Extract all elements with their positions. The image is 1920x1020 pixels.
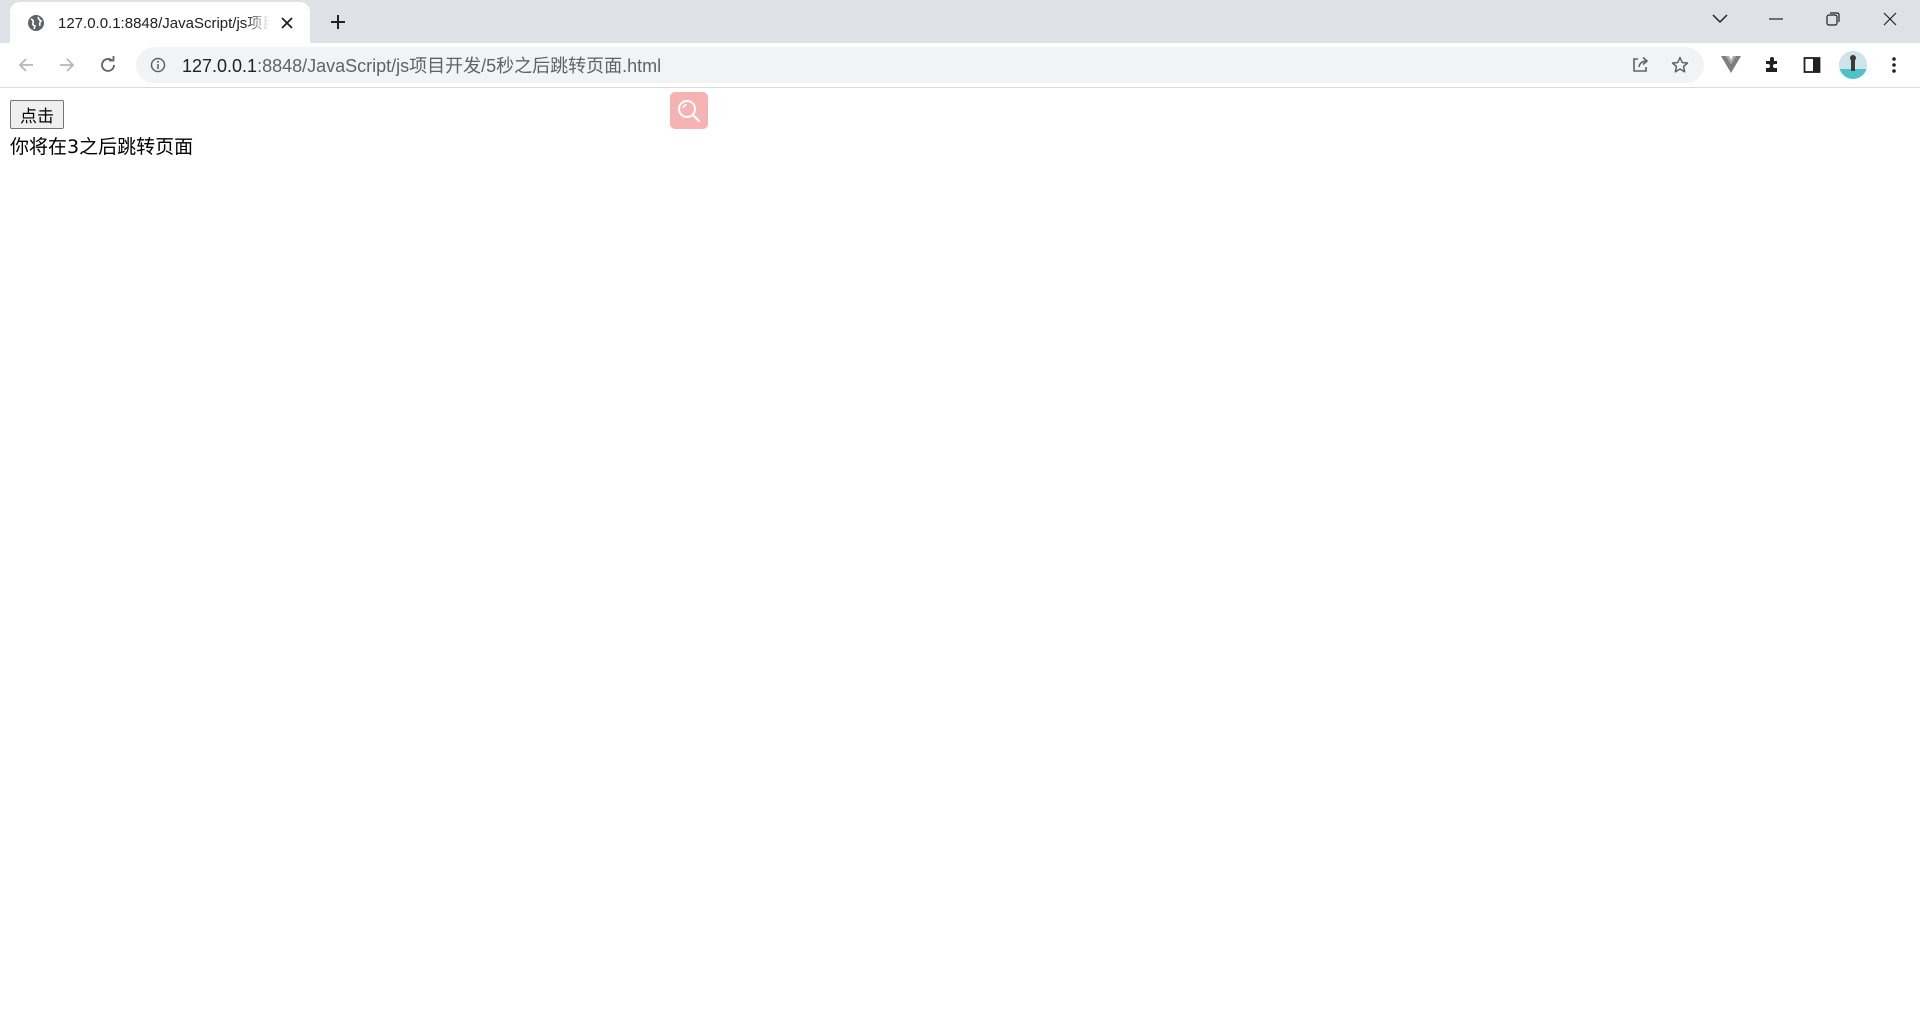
address-bar[interactable]: 127.0.0.1:8848/JavaScript/js项目开发/5秒之后跳转页…: [136, 47, 1704, 83]
url-host: 127.0.0.1: [182, 56, 258, 76]
globe-icon: [26, 13, 46, 33]
puzzle-icon[interactable]: [1756, 49, 1788, 81]
side-panel-icon[interactable]: [1796, 49, 1828, 81]
plus-icon[interactable]: [324, 8, 352, 36]
avatar[interactable]: [1839, 51, 1867, 79]
close-icon[interactable]: [276, 12, 298, 34]
tab-strip: 127.0.0.1:8848/JavaScript/js项目开发/5秒之后跳转页…: [0, 0, 1920, 43]
share-icon[interactable]: [1626, 51, 1654, 79]
menu-dots-icon[interactable]: [1878, 49, 1910, 81]
minimize-icon[interactable]: [1748, 0, 1804, 38]
vue-devtools-icon[interactable]: [1715, 49, 1747, 81]
click-button[interactable]: 点击: [10, 100, 64, 129]
forward-arrow-icon[interactable]: [51, 49, 83, 81]
reload-icon[interactable]: [92, 49, 124, 81]
restore-icon[interactable]: [1805, 0, 1861, 38]
search-icon[interactable]: [670, 92, 708, 129]
browser-toolbar: 127.0.0.1:8848/JavaScript/js项目开发/5秒之后跳转页…: [0, 43, 1920, 88]
page-content: 点击 你将在3之后跳转页面: [0, 89, 1920, 1020]
chevron-down-icon[interactable]: [1692, 0, 1748, 38]
browser-tab[interactable]: 127.0.0.1:8848/JavaScript/js项目开发/5秒之后跳转页…: [10, 2, 310, 43]
info-icon[interactable]: [148, 55, 168, 75]
tab-title: 127.0.0.1:8848/JavaScript/js项目开发/5秒之后跳转页…: [58, 15, 270, 32]
url-text[interactable]: 127.0.0.1:8848/JavaScript/js项目开发/5秒之后跳转页…: [182, 52, 661, 78]
url-path: :8848/JavaScript/js项目开发/5秒之后跳转页面.html: [257, 56, 662, 76]
star-icon[interactable]: [1666, 51, 1694, 79]
window-close-icon[interactable]: [1862, 0, 1918, 38]
back-arrow-icon[interactable]: [10, 49, 42, 81]
redirect-message: 你将在3之后跳转页面: [10, 136, 194, 158]
